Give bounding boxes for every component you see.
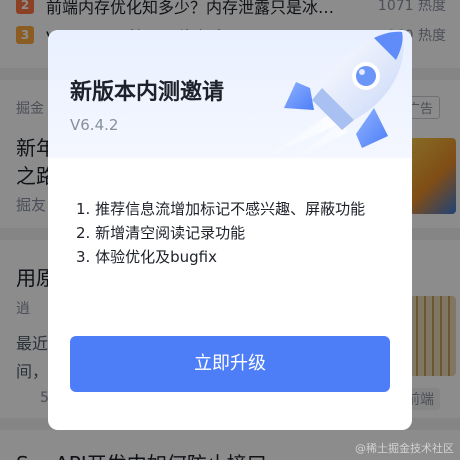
release-note-item: 1. 推荐信息流增加标记不感兴趣、屏蔽功能	[76, 200, 366, 218]
version-label: V6.4.2	[70, 116, 119, 134]
upgrade-dialog: 新版本内测邀请 V6.4.2 1. 推荐信息流增加标记不感兴趣、屏蔽功能 2. …	[48, 30, 412, 430]
dialog-title: 新版本内测邀请	[70, 80, 225, 105]
watermark: @稀土掘金技术社区	[355, 442, 454, 455]
release-note-item: 3. 体验优化及bugfix	[76, 248, 217, 266]
release-notes: 1. 推荐信息流增加标记不感兴趣、屏蔽功能 2. 新增清空阅读记录功能 3. 体…	[76, 198, 392, 270]
rocket-icon	[264, 31, 404, 166]
upgrade-now-button[interactable]: 立即升级	[70, 336, 390, 392]
release-note-item: 2. 新增清空阅读记录功能	[76, 224, 246, 242]
